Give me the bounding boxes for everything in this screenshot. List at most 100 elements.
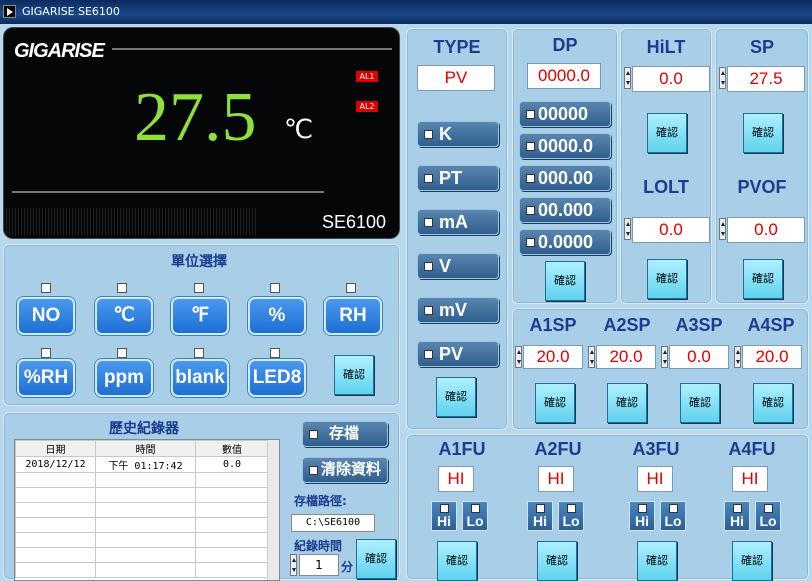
pvof-field[interactable]: 0.0: [727, 217, 805, 243]
a1fu-confirm-button[interactable]: 確認: [437, 541, 477, 581]
a1sp-spinner[interactable]: [515, 346, 522, 368]
lolt-confirm-button[interactable]: 確認: [647, 259, 687, 299]
hilt-confirm-button[interactable]: 確認: [647, 113, 687, 153]
a2sp-confirm-button[interactable]: 確認: [607, 383, 647, 423]
a1fu-lo-checkbox[interactable]: [471, 504, 480, 513]
clear-data-button[interactable]: 清除資料: [302, 457, 388, 483]
type-checkbox-mv[interactable]: [424, 306, 433, 315]
a2fu-lo-checkbox[interactable]: [567, 504, 576, 513]
sp-confirm-button[interactable]: 確認: [743, 113, 783, 153]
a4fu-lo-toggle[interactable]: Lo: [755, 501, 781, 531]
column-header-value[interactable]: 數值: [195, 440, 269, 457]
a2fu-lo-toggle[interactable]: Lo: [558, 501, 584, 531]
a3sp-spinner[interactable]: [661, 346, 668, 368]
a1sp-field[interactable]: 20.0: [523, 345, 583, 369]
save-checkbox[interactable]: [309, 430, 318, 439]
column-header-date[interactable]: 日期: [15, 440, 96, 457]
unit-button-no[interactable]: NO: [17, 297, 75, 335]
a3fu-hi-toggle[interactable]: Hi: [629, 501, 655, 531]
a4sp-spinner[interactable]: [734, 346, 741, 368]
dp-option-0000-0[interactable]: 0000.0: [519, 133, 611, 159]
type-option-pv[interactable]: PV: [417, 341, 499, 367]
dp-confirm-button[interactable]: 確認: [545, 261, 585, 301]
a1fu-hi-toggle[interactable]: Hi: [431, 501, 457, 531]
type-checkbox-k[interactable]: [424, 130, 433, 139]
dp-option-00-000[interactable]: 00.000: [519, 197, 611, 223]
hilt-field[interactable]: 0.0: [632, 66, 710, 92]
table-row[interactable]: 2018/12/12 下午 01:17:42 0.0: [15, 456, 269, 473]
dp-option-000-00[interactable]: 000.00: [519, 165, 611, 191]
a3fu-confirm-button[interactable]: 確認: [637, 541, 677, 581]
pvof-confirm-button[interactable]: 確認: [743, 259, 783, 299]
a3sp-confirm-button[interactable]: 確認: [680, 383, 720, 423]
type-checkbox-pv[interactable]: [424, 350, 433, 359]
save-path-field[interactable]: C:\SE6100: [291, 514, 375, 532]
dp-checkbox-00000[interactable]: [526, 110, 535, 119]
type-checkbox-v[interactable]: [424, 262, 433, 271]
a3sp-field[interactable]: 0.0: [669, 345, 729, 369]
a3fu-lo-checkbox[interactable]: [669, 504, 678, 513]
a2fu-hi-checkbox[interactable]: [536, 504, 545, 513]
dp-checkbox-00-000[interactable]: [526, 206, 535, 215]
type-option-v[interactable]: V: [417, 253, 499, 279]
unit-checkbox-percent[interactable]: [270, 283, 280, 293]
unit-checkbox-fahrenheit[interactable]: [194, 283, 204, 293]
lolt-field[interactable]: 0.0: [632, 217, 710, 243]
column-header-time[interactable]: 時間: [95, 440, 196, 457]
type-checkbox-ma[interactable]: [424, 218, 433, 227]
sp-spinner[interactable]: [719, 67, 726, 89]
type-option-pt[interactable]: PT: [417, 165, 499, 191]
interval-field[interactable]: 1: [299, 554, 339, 576]
unit-confirm-button[interactable]: 確認: [334, 355, 374, 395]
type-confirm-button[interactable]: 確認: [436, 377, 476, 417]
dp-option-00000[interactable]: 00000: [519, 101, 611, 127]
unit-checkbox-percent-rh[interactable]: [41, 348, 51, 358]
unit-button-ppm[interactable]: ppm: [95, 359, 153, 397]
clear-data-checkbox[interactable]: [309, 466, 318, 475]
a3fu-lo-toggle[interactable]: Lo: [660, 501, 686, 531]
logger-confirm-button[interactable]: 確認: [356, 539, 396, 579]
type-option-k[interactable]: K: [417, 121, 499, 147]
unit-checkbox-no[interactable]: [41, 283, 51, 293]
a2fu-hi-toggle[interactable]: Hi: [527, 501, 553, 531]
type-option-mv[interactable]: mV: [417, 297, 499, 323]
hilt-spinner[interactable]: [624, 67, 631, 89]
a4fu-hi-checkbox[interactable]: [733, 504, 742, 513]
unit-checkbox-ppm[interactable]: [117, 348, 127, 358]
unit-checkbox-led8[interactable]: [270, 348, 280, 358]
unit-button-percent[interactable]: %: [248, 297, 306, 335]
a4sp-confirm-button[interactable]: 確認: [753, 383, 793, 423]
pvof-spinner[interactable]: [719, 218, 726, 240]
a1sp-confirm-button[interactable]: 確認: [535, 383, 575, 423]
unit-button-blank[interactable]: blank: [171, 359, 229, 397]
a1fu-hi-checkbox[interactable]: [440, 504, 449, 513]
sp-field[interactable]: 27.5: [727, 66, 805, 92]
type-option-ma[interactable]: mA: [417, 209, 499, 235]
a2fu-confirm-button[interactable]: 確認: [537, 541, 577, 581]
dp-checkbox-0-0000[interactable]: [526, 238, 535, 247]
unit-checkbox-celsius[interactable]: [117, 283, 127, 293]
dp-checkbox-000-00[interactable]: [526, 174, 535, 183]
save-button[interactable]: 存檔: [302, 421, 388, 447]
unit-button-fahrenheit[interactable]: ℉: [171, 297, 229, 335]
unit-button-led8[interactable]: LED8: [248, 359, 306, 397]
unit-checkbox-rh[interactable]: [346, 283, 356, 293]
unit-checkbox-blank[interactable]: [194, 348, 204, 358]
interval-spinner[interactable]: [290, 554, 297, 576]
a3fu-hi-checkbox[interactable]: [638, 504, 647, 513]
unit-button-percent-rh[interactable]: %RH: [17, 359, 75, 397]
dp-option-0-0000[interactable]: 0.0000: [519, 229, 611, 255]
a2sp-field[interactable]: 20.0: [596, 345, 656, 369]
a4fu-hi-toggle[interactable]: Hi: [724, 501, 750, 531]
a1fu-lo-toggle[interactable]: Lo: [462, 501, 488, 531]
dp-checkbox-0000-0[interactable]: [526, 142, 535, 151]
a4fu-lo-checkbox[interactable]: [764, 504, 773, 513]
unit-button-celsius[interactable]: ℃: [95, 297, 153, 335]
unit-button-rh[interactable]: RH: [324, 297, 382, 335]
a2sp-spinner[interactable]: [588, 346, 595, 368]
history-table-scrollbar[interactable]: [267, 440, 279, 580]
a4sp-field[interactable]: 20.0: [742, 345, 802, 369]
type-checkbox-pt[interactable]: [424, 174, 433, 183]
a4fu-confirm-button[interactable]: 確認: [732, 541, 772, 581]
lolt-spinner[interactable]: [624, 218, 631, 240]
